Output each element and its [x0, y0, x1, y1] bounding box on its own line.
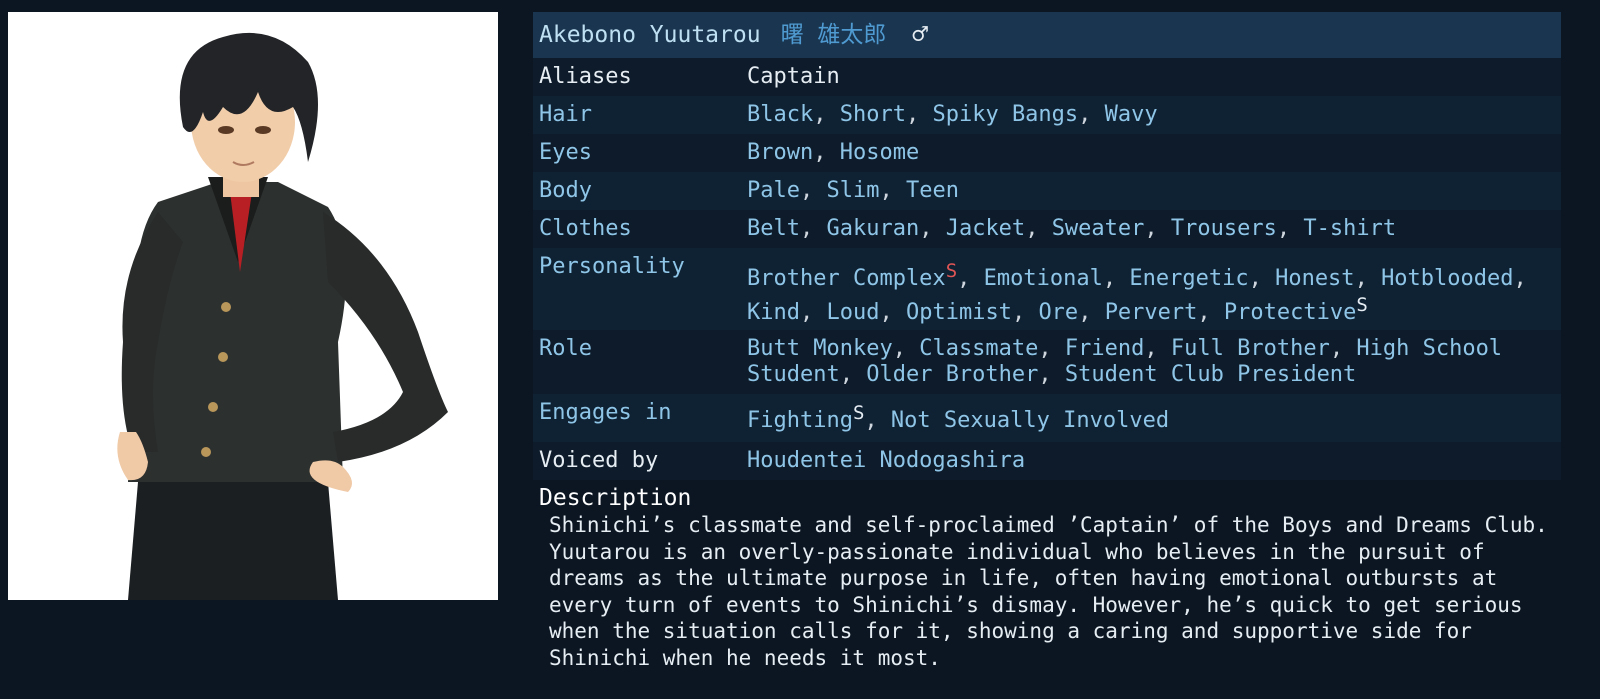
body-tags: Pale, Slim, Teen: [747, 178, 959, 203]
tag-link[interactable]: Jacket: [946, 216, 1025, 241]
row-label-role[interactable]: Role: [533, 330, 747, 362]
minor-spoiler-marker: S: [1356, 294, 1368, 316]
row-aliases: Aliases Captain: [533, 58, 1561, 96]
tag-link[interactable]: Fighting: [747, 408, 853, 433]
tag-link[interactable]: Teen: [906, 178, 959, 203]
tag-link[interactable]: Energetic: [1129, 266, 1248, 291]
row-label-voiced-by: Voiced by: [539, 448, 659, 473]
eyes-tags: Brown, Hosome: [747, 140, 920, 165]
tag-link[interactable]: Spiky Bangs: [932, 102, 1078, 127]
tag-link[interactable]: Classmate: [919, 336, 1038, 361]
row-label-personality[interactable]: Personality: [533, 248, 747, 280]
hair-tags: Black, Short, Spiky Bangs, Wavy: [747, 102, 1158, 127]
tag-link[interactable]: Full Brother: [1171, 336, 1330, 361]
tag-link[interactable]: Brother Complex: [747, 266, 946, 291]
tag-link[interactable]: Pervert: [1105, 300, 1198, 325]
tag-link[interactable]: Optimist: [906, 300, 1012, 325]
row-label-hair[interactable]: Hair: [533, 96, 747, 128]
major-spoiler-marker: S: [945, 260, 958, 282]
character-name-romaji: Akebono Yuutarou: [539, 21, 761, 48]
tag-link[interactable]: Butt Monkey: [747, 336, 893, 361]
clothes-tags: Belt, Gakuran, Jacket, Sweater, Trousers…: [747, 216, 1397, 241]
row-voiced-by: Voiced by Houdentei Nodogashira: [533, 442, 1561, 480]
tag-link[interactable]: Loud: [826, 300, 879, 325]
row-eyes: Eyes Brown, Hosome: [533, 134, 1561, 172]
tag-link[interactable]: T-shirt: [1303, 216, 1396, 241]
aliases-value: Captain: [747, 64, 840, 89]
tag-link[interactable]: Trousers: [1171, 216, 1277, 241]
row-engages-in: Engages in FightingS, Not Sexually Invol…: [533, 394, 1561, 442]
tag-link[interactable]: Not Sexually Involved: [891, 408, 1169, 433]
tag-link[interactable]: Slim: [826, 178, 879, 203]
row-clothes: Clothes Belt, Gakuran, Jacket, Sweater, …: [533, 210, 1561, 248]
personality-tags: Brother ComplexS, Emotional, Energetic, …: [747, 260, 1527, 326]
tag-link[interactable]: Hotblooded: [1381, 266, 1513, 291]
tag-link[interactable]: Ore: [1038, 300, 1078, 325]
tag-link[interactable]: Belt: [747, 216, 800, 241]
tag-link[interactable]: Older Brother: [866, 362, 1038, 387]
tag-link[interactable]: Gakuran: [826, 216, 919, 241]
tag-link[interactable]: Honest: [1275, 266, 1354, 291]
male-gender-icon: ♂: [912, 20, 929, 50]
voice-actor-link[interactable]: Houdentei Nodogashira: [747, 442, 1025, 480]
tag-link[interactable]: Hosome: [840, 140, 919, 165]
row-hair: Hair Black, Short, Spiky Bangs, Wavy: [533, 96, 1561, 134]
description-text: Shinichi’s classmate and self-proclaimed…: [549, 513, 1548, 670]
row-label-body[interactable]: Body: [533, 172, 747, 204]
tag-link[interactable]: Protective: [1224, 300, 1356, 325]
row-label-aliases: Aliases: [539, 64, 632, 89]
row-personality: Personality Brother ComplexS, Emotional,…: [533, 248, 1561, 330]
character-portrait-illustration: [117, 32, 448, 600]
tag-link[interactable]: Sweater: [1052, 216, 1145, 241]
description-heading: Description: [539, 485, 692, 511]
tag-link[interactable]: Friend: [1065, 336, 1144, 361]
minor-spoiler-marker: S: [852, 402, 865, 424]
tag-link[interactable]: Short: [840, 102, 906, 127]
character-info-table: Akebono Yuutarou 曙 雄太郎 ♂ Aliases Captain…: [533, 12, 1561, 671]
tag-link[interactable]: Emotional: [984, 266, 1103, 291]
tag-link[interactable]: Student Club President: [1065, 362, 1356, 387]
row-label-eyes[interactable]: Eyes: [533, 134, 747, 166]
row-role: Role Butt Monkey, Classmate, Friend, Ful…: [533, 330, 1561, 394]
row-body: Body Pale, Slim, Teen: [533, 172, 1561, 210]
row-label-engages-in[interactable]: Engages in: [533, 394, 747, 426]
row-label-clothes[interactable]: Clothes: [533, 210, 747, 242]
character-name-japanese: 曙 雄太郎: [780, 21, 887, 48]
tag-link[interactable]: Wavy: [1105, 102, 1158, 127]
tag-link[interactable]: Kind: [747, 300, 800, 325]
role-tags: Butt Monkey, Classmate, Friend, Full Bro…: [747, 336, 1503, 387]
tag-link[interactable]: Black: [747, 102, 813, 127]
character-portrait[interactable]: [8, 12, 498, 600]
engages-tags: FightingS, Not Sexually Involved: [747, 402, 1170, 434]
character-header: Akebono Yuutarou 曙 雄太郎 ♂: [533, 12, 1561, 58]
tag-link[interactable]: Brown: [747, 140, 813, 165]
tag-link[interactable]: Pale: [747, 178, 800, 203]
